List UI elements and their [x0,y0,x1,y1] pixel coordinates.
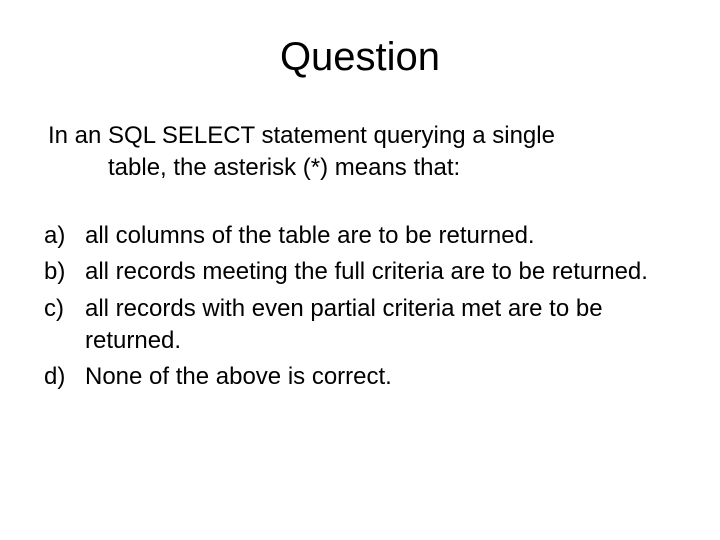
options-list: a) all columns of the table are to be re… [40,220,680,394]
stem-line-2: table, the asterisk (*) means that: [48,152,680,184]
question-stem: In an SQL SELECT statement querying a si… [40,120,680,185]
option-b: b) all records meeting the full criteria… [40,256,680,288]
option-text: all records with even partial criteria m… [85,293,680,358]
option-text: None of the above is correct. [85,361,680,393]
stem-line-1: In an SQL SELECT statement querying a si… [48,122,555,149]
option-marker: b) [40,256,85,288]
option-text: all columns of the table are to be retur… [85,220,680,252]
option-d: d) None of the above is correct. [40,361,680,393]
option-c: c) all records with even partial criteri… [40,293,680,358]
option-marker: c) [40,293,85,358]
option-marker: a) [40,220,85,252]
option-marker: d) [40,361,85,393]
page-title: Question [40,35,680,80]
option-a: a) all columns of the table are to be re… [40,220,680,252]
option-text: all records meeting the full criteria ar… [85,256,680,288]
